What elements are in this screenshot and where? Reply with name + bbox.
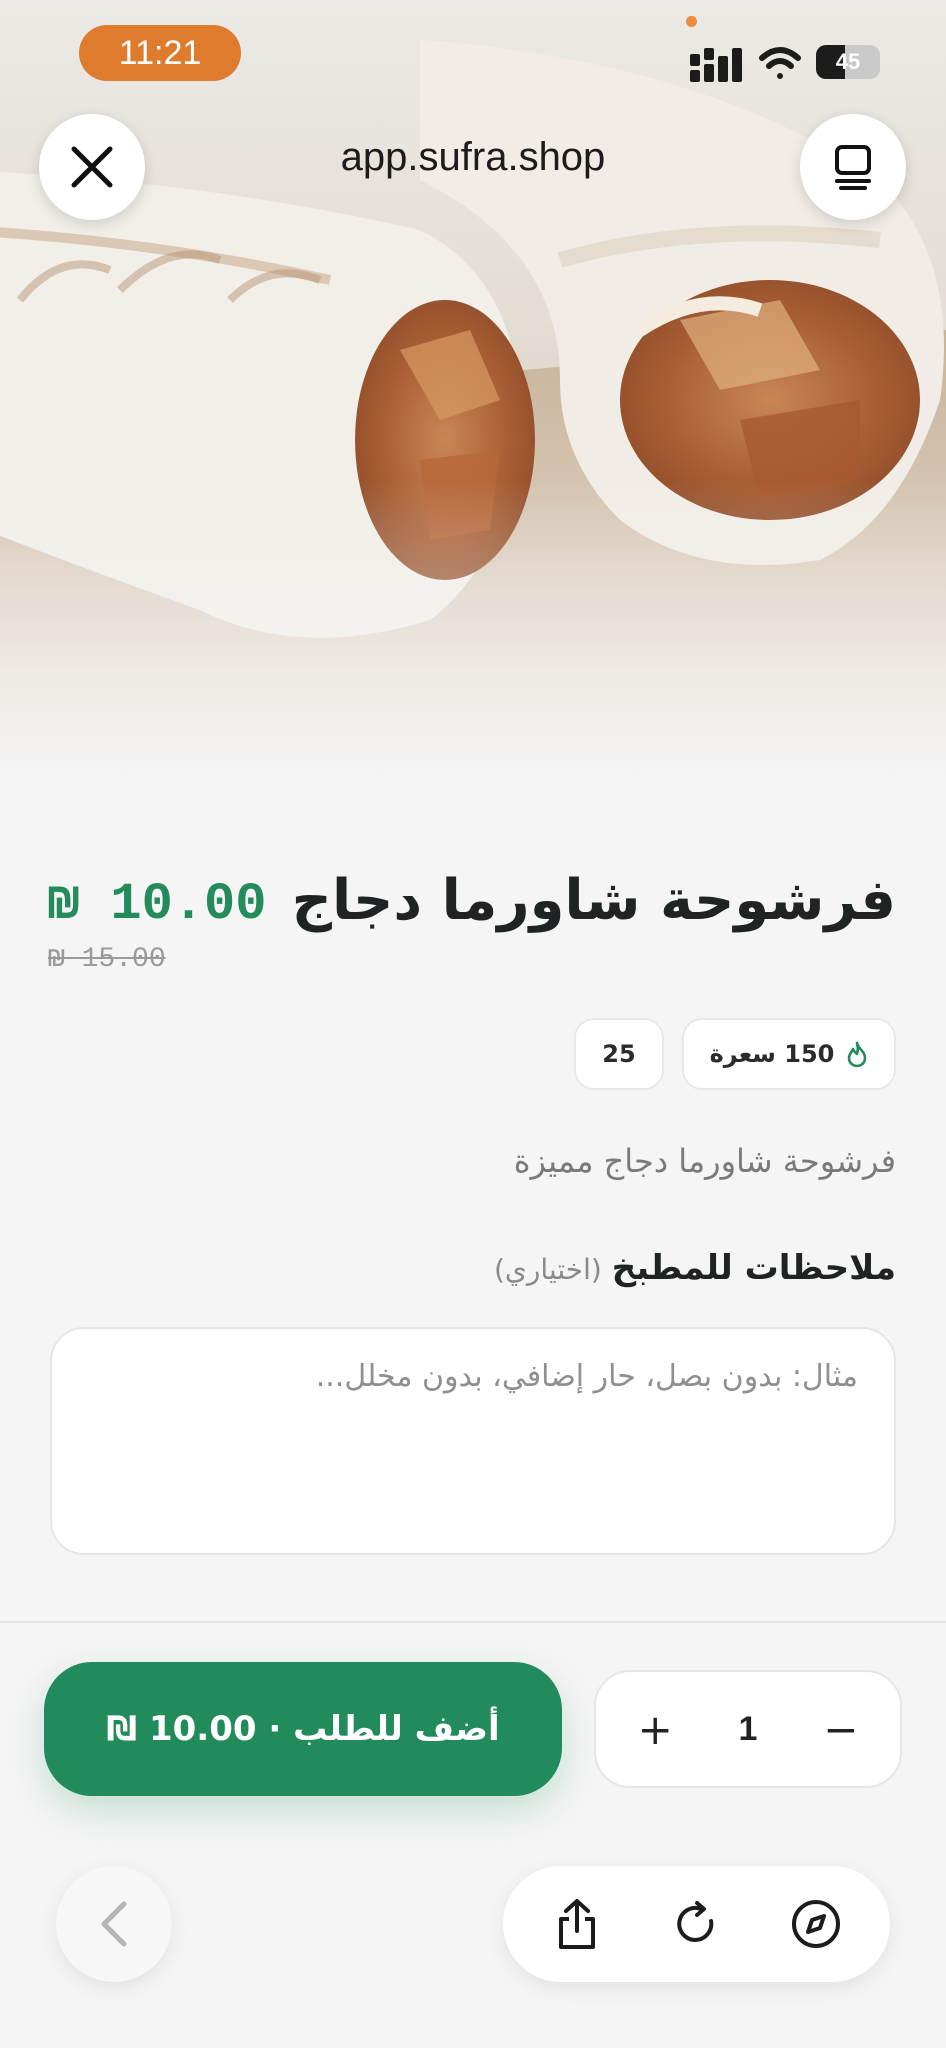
flame-icon [848,1041,867,1067]
kitchen-notes-input[interactable] [50,1327,896,1555]
signal-icon [690,48,742,82]
reload-icon [677,1901,714,1942]
compass-button[interactable] [776,1884,856,1964]
decrease-button[interactable]: − [806,1694,876,1764]
close-button[interactable] [39,114,145,220]
increase-button[interactable]: + [620,1694,690,1764]
quantity-value: 1 [738,1709,758,1748]
close-icon [71,146,113,188]
count-chip: 25 [574,1018,664,1090]
product-description: فرشوحة شاورما دجاج مميزة [513,1142,896,1180]
notes-title: ملاحظات للمطبخ [611,1248,896,1288]
product-image [0,0,946,800]
chevron-left-icon [101,1901,127,1947]
minus-icon: − [823,1704,859,1754]
calories-chip: 150 سعرة [682,1018,896,1090]
back-button[interactable] [56,1866,172,1982]
battery-level: 45 [835,49,861,74]
notes-label: ملاحظات للمطبخ (اختياري) [494,1248,896,1288]
product-price: ₪ 10.00 [48,875,267,934]
product-old-price: ₪ 15.00 [48,944,166,975]
product-title: فرشوحة شاورما دجاج [291,868,896,933]
status-time: 11:21 [79,25,241,81]
divider [0,1621,946,1623]
wifi-icon [759,47,801,79]
tabs-button[interactable] [800,114,906,220]
share-icon [558,1899,595,1949]
tabs-icon [835,145,871,190]
recording-indicator [686,16,697,27]
share-button[interactable] [537,1884,617,1964]
compass-icon [792,1900,841,1948]
add-to-order-label: أضف للطلب · 10.00 ₪ [106,1709,500,1749]
count-label: 25 [602,1040,636,1068]
add-to-order-button[interactable]: أضف للطلب · 10.00 ₪ [44,1662,562,1796]
plus-icon: + [637,1704,673,1754]
calories-label: 150 سعرة [709,1040,835,1068]
quantity-stepper: + 1 − [594,1670,902,1788]
browser-toolbar [503,1866,890,1982]
battery-indicator: 45 [816,45,880,79]
reload-button[interactable] [656,1884,736,1964]
page-url[interactable]: app.sufra.shop [200,135,746,180]
notes-optional: (اختياري) [493,1253,602,1286]
